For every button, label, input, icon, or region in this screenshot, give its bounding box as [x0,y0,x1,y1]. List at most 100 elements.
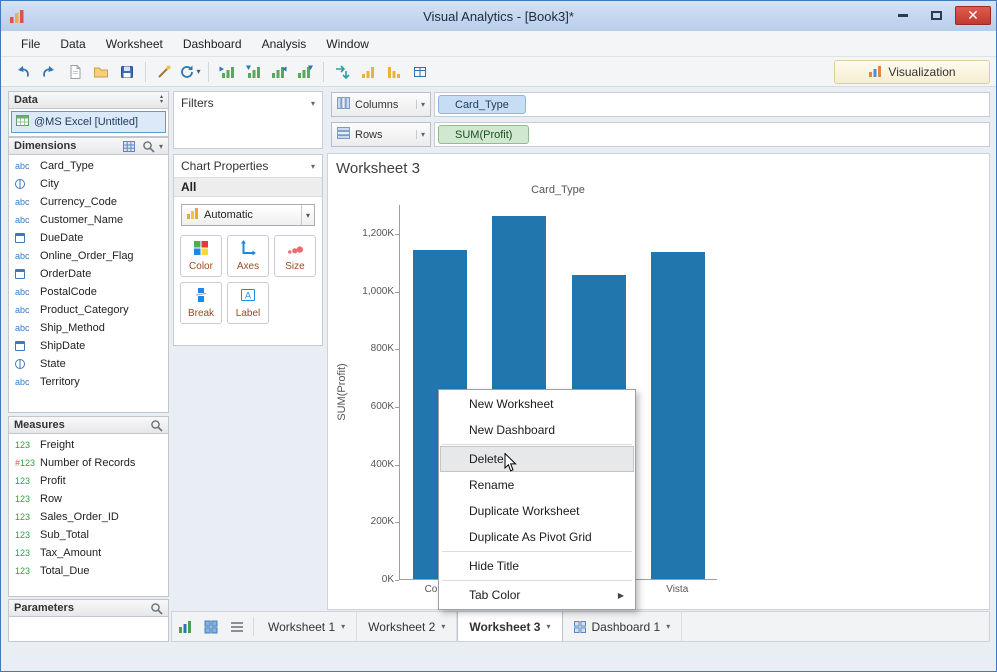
chart-prop-break-button[interactable]: Break [180,282,222,324]
columns-shelf-button[interactable]: Columns ▾ [331,92,431,117]
context-menu-item-hide-title[interactable]: Hide Title [440,553,634,579]
menu-item-data[interactable]: Data [50,31,95,56]
titlebar[interactable]: Visual Analytics - [Book3]* ✕ [1,1,996,31]
context-menu-label: Delete [469,452,504,466]
context-menu-item-duplicate-worksheet[interactable]: Duplicate Worksheet [440,498,634,524]
measures-header[interactable]: Measures [8,416,169,434]
context-menu-item-tab-color[interactable]: Tab Color ▶ [440,582,634,608]
field-card-type[interactable]: abc Card_Type [9,157,168,175]
field-state[interactable]: State [9,355,168,373]
open-button[interactable] [89,60,113,84]
rows-pill[interactable]: SUM(Profit) [438,125,530,144]
field-freight[interactable]: 123 Freight [9,436,168,454]
sort-ascending-button[interactable] [356,60,380,84]
new-worksheet-button[interactable] [172,612,198,641]
field-number-of-records[interactable]: #123 Number of Records [9,454,168,472]
menu-item-window[interactable]: Window [316,31,379,56]
tab-dashboard-1[interactable]: Dashboard 1 ▾ [563,612,683,641]
field-postalcode[interactable]: abc PostalCode [9,283,168,301]
field-tax-amount[interactable]: 123 Tax_Amount [9,544,168,562]
chart-type-select[interactable]: Automatic ▾ [181,204,315,226]
close-button[interactable]: ✕ [955,6,991,25]
field-shipdate[interactable]: ShipDate [9,337,168,355]
field-total-due[interactable]: 123 Total_Due [9,562,168,580]
tab-worksheet-2[interactable]: Worksheet 2 ▾ [357,612,458,641]
sheet-list-button[interactable] [224,612,250,641]
search-icon[interactable] [150,419,163,432]
field-duedate[interactable]: DueDate [9,229,168,247]
search-icon[interactable] [150,602,163,615]
columns-pill[interactable]: Card_Type [438,95,526,114]
new-dashboard-button[interactable] [198,612,224,641]
field-customer-name[interactable]: abc Customer_Name [9,211,168,229]
datasource-item[interactable]: @MS Excel [Untitled] [11,111,166,133]
insert-column-button[interactable] [215,60,239,84]
chart-prop-size-button[interactable]: Size [274,235,316,277]
rows-shelf[interactable]: SUM(Profit) [434,122,990,147]
menu-item-worksheet[interactable]: Worksheet [96,31,173,56]
field-sales-order-id[interactable]: 123 Sales_Order_ID [9,508,168,526]
field-city[interactable]: City [9,175,168,193]
tab-worksheet-3[interactable]: Worksheet 3 ▾ [457,612,563,641]
search-icon[interactable] [142,140,155,153]
data-panel: Data ▴ ▾ @MS Excel [Untitled] Dimensions … [8,91,169,642]
field-ship-method[interactable]: abc Ship_Method [9,319,168,337]
context-menu-item-new-worksheet[interactable]: New Worksheet [440,391,634,417]
field-currency-code[interactable]: abc Currency_Code [9,193,168,211]
menu-item-dashboard[interactable]: Dashboard [173,31,252,56]
field-territory[interactable]: abc Territory [9,373,168,391]
field-label: Currency_Code [40,196,118,208]
refresh-button[interactable]: ▾ [178,60,202,84]
swap-axes-button[interactable] [330,60,354,84]
remove-row-button[interactable] [293,60,317,84]
save-button[interactable] [115,60,139,84]
remove-column-button[interactable] [267,60,291,84]
field-orderdate[interactable]: OrderDate [9,265,168,283]
y-tick-mark [395,291,399,293]
show-grid-button[interactable] [408,60,432,84]
field-product-category[interactable]: abc Product_Category [9,301,168,319]
field-profit[interactable]: 123 Profit [9,472,168,490]
tab-worksheet-1[interactable]: Worksheet 1 ▾ [257,612,358,641]
context-menu-item-duplicate-as-pivot-grid[interactable]: Duplicate As Pivot Grid [440,524,634,550]
maximize-button[interactable] [922,6,950,25]
chevron-down-icon[interactable]: ▾ [341,622,345,631]
bar-chart-arrow-icon [298,65,313,78]
chevron-down-icon[interactable]: ▾ [441,622,445,631]
chart-prop-color-button[interactable]: Color [180,235,222,277]
number-field-icon: 123 [15,548,31,558]
filters-header[interactable]: Filters ▾ [174,92,322,114]
chart-properties-header[interactable]: Chart Properties ▾ [174,155,322,177]
field-label: Customer_Name [40,214,124,226]
collapse-expand-icon[interactable]: ▴ ▾ [160,94,163,105]
refresh-icon [181,65,194,78]
chevron-down-icon[interactable]: ▾ [159,142,163,151]
redo-button[interactable] [37,60,61,84]
context-menu-item-new-dashboard[interactable]: New Dashboard [440,417,634,443]
dimensions-header[interactable]: Dimensions ▾ [8,137,169,155]
chart-prop-label-button[interactable]: A Label [227,282,269,324]
bar-3[interactable] [651,251,706,579]
sort-descending-button[interactable] [382,60,406,84]
menu-item-file[interactable]: File [11,31,50,56]
field-sub-total[interactable]: 123 Sub_Total [9,526,168,544]
context-menu-item-rename[interactable]: Rename [440,472,634,498]
chart-prop-axes-button[interactable]: Axes [227,235,269,277]
table-view-icon[interactable] [122,140,135,152]
clear-button[interactable] [152,60,176,84]
field-row[interactable]: 123 Row [9,490,168,508]
minimize-button[interactable] [889,6,917,25]
data-panel-header[interactable]: Data ▴ ▾ [8,91,169,109]
field-online-order-flag[interactable]: abc Online_Order_Flag [9,247,168,265]
chevron-down-icon[interactable]: ▾ [666,622,670,631]
undo-button[interactable] [11,60,35,84]
visualization-tab[interactable]: Visualization [834,60,990,84]
menu-item-analysis[interactable]: Analysis [252,31,317,56]
columns-shelf[interactable]: Card_Type [434,92,990,117]
context-menu-item-delete[interactable]: Delete [440,446,634,472]
parameters-header[interactable]: Parameters [8,599,169,617]
rows-shelf-button[interactable]: Rows ▾ [331,122,431,147]
insert-row-button[interactable] [241,60,265,84]
chevron-down-icon[interactable]: ▾ [546,622,550,631]
new-button[interactable] [63,60,87,84]
